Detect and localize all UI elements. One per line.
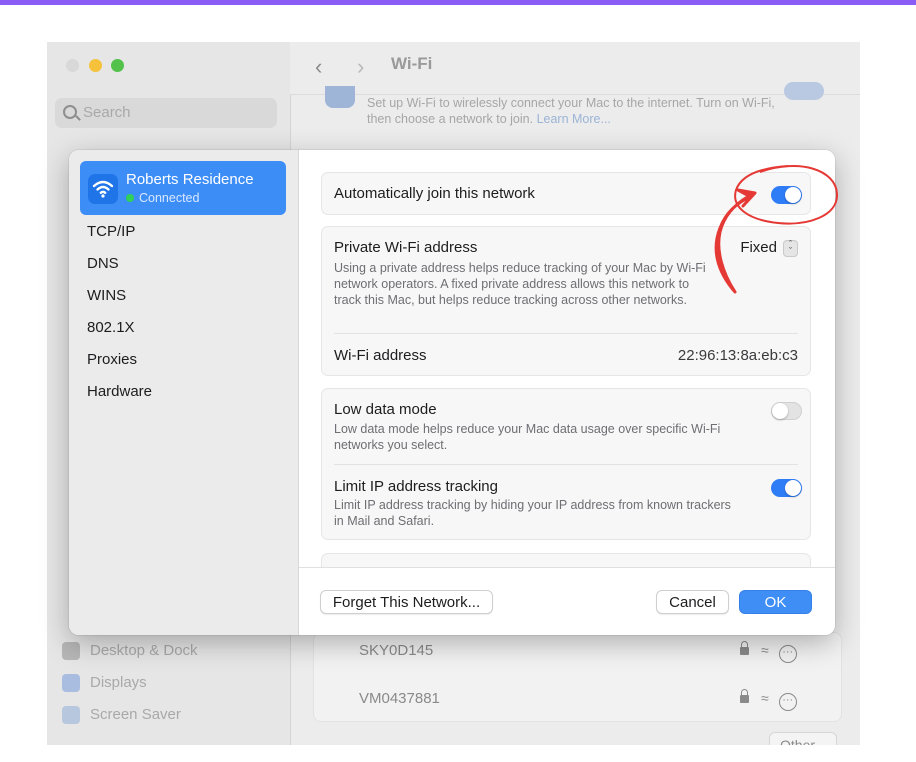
- private-address-label: Private Wi-Fi address: [334, 239, 478, 256]
- auto-join-toggle[interactable]: [771, 186, 802, 204]
- sidebar-item-screen-saver[interactable]: Screen Saver: [62, 704, 181, 726]
- sidebar-item-desktop-dock[interactable]: Desktop & Dock: [62, 640, 198, 662]
- dialog-content: Automatically join this network Private …: [299, 150, 835, 567]
- toggle-knob: [785, 187, 801, 203]
- wifi-settings-icon: [325, 86, 355, 108]
- wifi-signal-icon: ≈: [761, 690, 769, 706]
- cancel-button[interactable]: Cancel: [656, 590, 729, 614]
- divider: [334, 333, 798, 334]
- window-toolbar: [290, 42, 860, 95]
- lock-icon: [740, 641, 749, 655]
- limit-ip-tracking-description: Limit IP address tracking by hiding your…: [334, 498, 731, 528]
- learn-more-link[interactable]: Learn More...: [537, 112, 611, 126]
- network-name[interactable]: SKY0D145: [359, 642, 433, 659]
- private-address-select[interactable]: Fixed ˆ ˇ: [740, 239, 798, 257]
- forward-chevron-icon[interactable]: ›: [357, 54, 364, 80]
- close-window-button[interactable]: [66, 59, 79, 72]
- limit-ip-tracking-label: Limit IP address tracking: [334, 478, 498, 495]
- wifi-address-label: Wi-Fi address: [334, 347, 427, 364]
- auto-join-row: Automatically join this network: [321, 172, 811, 215]
- sidebar-item-displays[interactable]: Displays: [62, 672, 147, 694]
- network-name[interactable]: VM0437881: [359, 690, 440, 707]
- network-status-icons: ≈ ···: [740, 689, 797, 711]
- selected-network[interactable]: Roberts Residence Connected: [80, 161, 286, 215]
- network-name: Roberts Residence: [126, 171, 254, 188]
- limit-ip-tracking-toggle[interactable]: [771, 479, 802, 497]
- additional-settings-section: [321, 553, 811, 567]
- more-options-icon[interactable]: ···: [778, 693, 797, 711]
- displays-icon: [62, 674, 80, 693]
- other-network-button[interactable]: Other...: [769, 732, 837, 745]
- address-section: Private Wi-Fi address Fixed ˆ ˇ Using a pr…: [321, 226, 811, 376]
- sidebar-item-hardware[interactable]: Hardware: [87, 382, 152, 402]
- wifi-address-value: 22:96:13:8a:eb:c3: [677, 347, 798, 364]
- toggle-knob: [772, 403, 788, 419]
- more-options-icon[interactable]: ···: [778, 645, 797, 663]
- network-details-dialog: Roberts Residence Connected TCP/IP DNS W…: [69, 150, 835, 635]
- back-chevron-icon[interactable]: ‹: [315, 54, 322, 80]
- dialog-sidebar: Roberts Residence Connected TCP/IP DNS W…: [69, 150, 299, 635]
- wifi-icon: [88, 174, 118, 204]
- ok-button[interactable]: OK: [739, 590, 812, 614]
- divider: [334, 464, 798, 465]
- private-address-description: Using a private address helps reduce tra…: [334, 261, 706, 307]
- sidebar-item-proxies[interactable]: Proxies: [87, 350, 137, 370]
- top-accent-bar: [0, 0, 916, 5]
- sidebar-item-8021x[interactable]: 802.1X: [87, 318, 135, 338]
- sidebar-item-dns[interactable]: DNS: [87, 254, 119, 274]
- low-data-mode-description: Low data mode helps reduce your Mac data…: [334, 422, 721, 452]
- dialog-footer: Forget This Network... Cancel OK: [299, 567, 835, 635]
- forget-network-button[interactable]: Forget This Network...: [320, 590, 493, 614]
- search-placeholder: Search: [83, 104, 131, 121]
- sidebar-item-wins[interactable]: WINS: [87, 286, 126, 306]
- wifi-toggle[interactable]: [784, 82, 824, 100]
- network-status-icons: ≈ ···: [740, 641, 797, 663]
- connection-status: Connected: [126, 191, 199, 205]
- minimize-window-button[interactable]: [89, 59, 102, 72]
- screen-saver-icon: [62, 706, 80, 725]
- search-input[interactable]: Search: [55, 98, 277, 128]
- low-data-mode-toggle[interactable]: [771, 402, 802, 420]
- wifi-signal-icon: ≈: [761, 642, 769, 658]
- data-tracking-section: Low data mode Low data mode helps reduce…: [321, 388, 811, 540]
- chevron-updown-icon: ˆˇ: [783, 240, 798, 257]
- desktop-dock-icon: [62, 642, 80, 661]
- search-icon: [63, 105, 77, 119]
- wifi-intro-text: Set up Wi-Fi to wirelessly connect your …: [367, 96, 775, 126]
- sidebar-item-tcpip[interactable]: TCP/IP: [87, 222, 135, 242]
- toggle-knob: [785, 480, 801, 496]
- zoom-window-button[interactable]: [111, 59, 124, 72]
- auto-join-label: Automatically join this network: [334, 185, 535, 202]
- low-data-mode-label: Low data mode: [334, 401, 437, 418]
- connected-dot-icon: [126, 194, 134, 202]
- lock-icon: [740, 689, 749, 703]
- page-title: Wi-Fi: [391, 54, 433, 73]
